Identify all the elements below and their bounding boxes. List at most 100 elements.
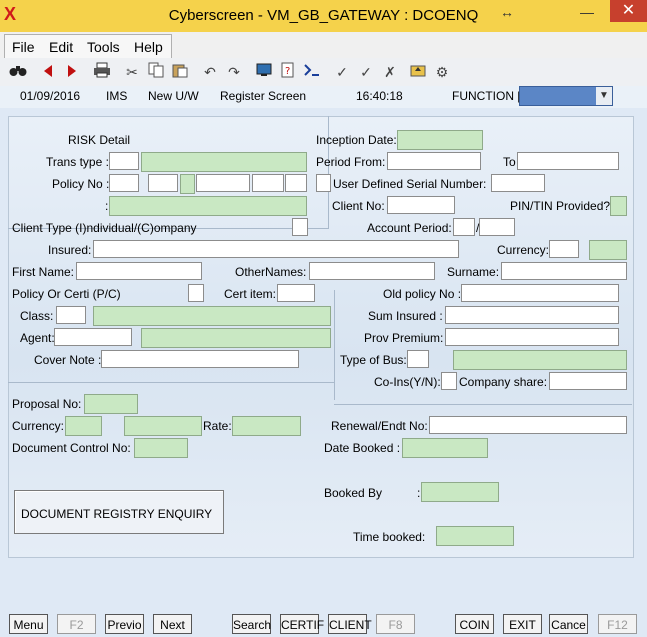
- company-share-input[interactable]: [549, 372, 627, 390]
- close-button[interactable]: ✕: [610, 0, 647, 22]
- cert-item-input[interactable]: [277, 284, 315, 302]
- sum-insured-input[interactable]: [445, 306, 619, 324]
- cover-note-label: Cover Note :: [34, 353, 102, 367]
- currency-desc: [124, 416, 202, 436]
- f12-key-button[interactable]: F12: [598, 614, 637, 634]
- menu-help[interactable]: Help: [134, 39, 163, 55]
- booked-by-label: Booked By: [324, 486, 383, 500]
- trans-type-desc: [141, 152, 307, 172]
- currency-field: [65, 416, 102, 436]
- client-type-input[interactable]: [292, 218, 308, 236]
- undo-icon[interactable]: ↶: [200, 62, 220, 82]
- binoculars-icon[interactable]: [8, 62, 28, 82]
- cancel-key-button[interactable]: Cance: [549, 614, 588, 634]
- booked-by-field: [421, 482, 499, 502]
- document-help-icon[interactable]: ?: [278, 62, 298, 82]
- settings-icon[interactable]: ⚙: [432, 62, 452, 82]
- next-record-icon[interactable]: [62, 62, 82, 82]
- client-no-input[interactable]: [387, 196, 455, 214]
- check-icon[interactable]: ✓: [332, 62, 352, 82]
- menu-key-button[interactable]: Menu: [9, 614, 48, 634]
- cover-note-input[interactable]: [101, 350, 299, 368]
- function-label: FUNCTION [: [452, 89, 521, 103]
- cert-item-label: Cert item:: [224, 287, 277, 301]
- agent-desc: [141, 328, 331, 348]
- doc-registry-box: DOCUMENT REGISTRY ENQUIRY: [14, 490, 224, 534]
- prov-premium-input[interactable]: [445, 328, 619, 346]
- divider-left: [8, 382, 334, 383]
- menu-tools[interactable]: Tools: [87, 39, 120, 55]
- policy-no-part4[interactable]: [196, 174, 250, 192]
- proposal-no-field: [84, 394, 138, 414]
- print-icon[interactable]: [92, 62, 112, 82]
- policy-no-part6[interactable]: [285, 174, 307, 192]
- surname-input[interactable]: [501, 262, 627, 280]
- exit-key-button[interactable]: EXIT: [503, 614, 542, 634]
- policy-desc-colon: :: [105, 199, 109, 213]
- period-to-input[interactable]: [517, 152, 619, 170]
- menu-file[interactable]: File: [12, 39, 35, 55]
- type-of-bus-label: Type of Bus:: [340, 353, 407, 367]
- date-booked-field: [402, 438, 488, 458]
- inception-date-label: Inception Date:: [316, 133, 397, 147]
- pin-tin-field: [610, 196, 627, 216]
- redo-icon[interactable]: ↷: [224, 62, 244, 82]
- status-system: IMS: [106, 89, 128, 103]
- account-period-month[interactable]: [453, 218, 475, 236]
- old-policy-no-label: Old policy No :: [383, 287, 462, 301]
- window-title: Cyberscreen - VM_GB_GATEWAY : DCOENQ: [168, 7, 479, 24]
- type-of-bus-input[interactable]: [407, 350, 429, 368]
- f8-key-button[interactable]: F8: [376, 614, 415, 634]
- coin-key-button[interactable]: COIN: [455, 614, 494, 634]
- policy-or-certi-label: Policy Or Certi (P/C): [12, 287, 121, 301]
- check-edit-icon[interactable]: ✓: [356, 62, 376, 82]
- account-period-year[interactable]: [479, 218, 515, 236]
- restore-icon[interactable]: ↔: [495, 4, 519, 22]
- policy-description: [109, 196, 307, 216]
- function-select[interactable]: ▼: [519, 86, 613, 106]
- certif-key-button[interactable]: CERTIF: [280, 614, 324, 634]
- policy-no-part1[interactable]: [109, 174, 139, 192]
- first-name-input[interactable]: [76, 262, 202, 280]
- minimize-button[interactable]: —: [575, 4, 599, 22]
- trans-type-input[interactable]: [109, 152, 139, 170]
- currency-top-label: Currency:: [497, 243, 550, 257]
- currency-top-input[interactable]: [549, 240, 579, 258]
- command-prompt-icon[interactable]: [302, 62, 322, 82]
- paste-icon[interactable]: [170, 62, 190, 82]
- folder-up-icon[interactable]: [408, 62, 428, 82]
- previous-record-icon[interactable]: [38, 62, 58, 82]
- policy-or-certi-input[interactable]: [188, 284, 204, 302]
- search-key-button[interactable]: Search: [232, 614, 271, 634]
- policy-no-part5[interactable]: [252, 174, 284, 192]
- agent-input[interactable]: [54, 328, 132, 346]
- menu-edit[interactable]: Edit: [49, 39, 73, 55]
- old-policy-no-input[interactable]: [461, 284, 619, 302]
- client-key-button[interactable]: CLIENT: [328, 614, 372, 634]
- company-share-label: Company share:: [459, 375, 548, 389]
- agent-label: Agent:: [20, 331, 55, 345]
- co-ins-input[interactable]: [441, 372, 457, 390]
- next-key-button[interactable]: Next: [153, 614, 192, 634]
- policy-no-part2[interactable]: [148, 174, 178, 192]
- class-input[interactable]: [56, 306, 86, 324]
- insured-input[interactable]: [93, 240, 459, 258]
- status-screen: Register Screen: [220, 89, 307, 103]
- proposal-no-label: Proposal No:: [12, 397, 82, 411]
- user-defined-serial-input[interactable]: [491, 174, 545, 192]
- account-period-label: Account Period:: [367, 221, 452, 235]
- rate-label: Rate:: [203, 419, 232, 433]
- chevron-down-icon[interactable]: ▼: [596, 87, 612, 105]
- previous-key-button[interactable]: Previo: [105, 614, 144, 634]
- check-cancel-icon[interactable]: ✗: [380, 62, 400, 82]
- other-names-input[interactable]: [309, 262, 435, 280]
- policy-no-label: Policy No :: [52, 177, 110, 191]
- copy-icon[interactable]: [146, 62, 166, 82]
- cut-icon[interactable]: ✂: [122, 62, 142, 82]
- monitor-icon[interactable]: [254, 62, 274, 82]
- user-defined-serial-checkbox[interactable]: [316, 174, 331, 192]
- renewal-endt-no-input[interactable]: [429, 416, 627, 434]
- f2-key-button[interactable]: F2: [57, 614, 96, 634]
- period-from-input[interactable]: [387, 152, 481, 170]
- prov-premium-label: Prov Premium:: [364, 331, 444, 345]
